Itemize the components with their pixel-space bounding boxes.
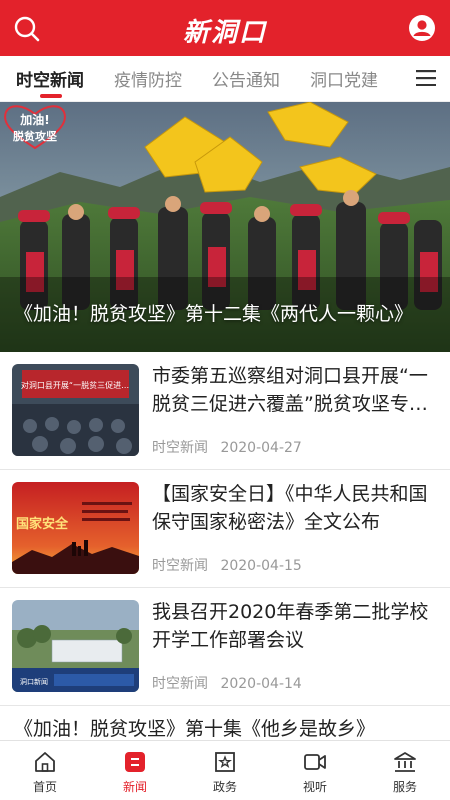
news-meta: 时空新闻 2020-04-27 <box>152 437 302 457</box>
badge-text-2: 脱贫攻坚 <box>13 129 57 143</box>
nav-label: 首页 <box>32 780 57 794</box>
category-tabs: 时空新闻 疫情防控 公告通知 洞口党建 <box>0 56 450 102</box>
thumb-banner-text: 国家安全 <box>16 516 69 532</box>
news-source: 时空新闻 <box>152 558 208 574</box>
home-icon <box>35 752 55 772</box>
badge-text-1: 加油! <box>19 112 49 127</box>
tab-announcements[interactable]: 公告通知 <box>212 66 280 91</box>
tab-shikong-news[interactable]: 时空新闻 <box>16 66 84 91</box>
news-meta: 时空新闻 2020-04-15 <box>152 555 302 575</box>
active-tab-indicator <box>40 94 62 98</box>
nav-video[interactable]: 视听 <box>270 741 360 800</box>
news-source: 时空新闻 <box>152 440 208 456</box>
news-source: 时空新闻 <box>152 676 208 692</box>
news-date: 2020-04-27 <box>220 440 302 456</box>
app-logo: 新洞口 <box>182 18 267 48</box>
news-meta: 时空新闻 2020-04-14 <box>152 673 302 693</box>
app-header: 新洞口 <box>0 0 450 56</box>
news-icon <box>125 752 145 772</box>
news-item[interactable]: 国家安全 【国家安全日】《中华人民共和国保守国家秘密法》全文公布 时空新闻 20… <box>0 470 450 588</box>
news-title[interactable]: 市委第五巡察组对洞口县开展“一脱贫三促进六覆盖”脱贫攻坚专项巡察 <box>152 362 438 418</box>
news-item[interactable]: 对洞口县开展“一脱贫三促进… 市委第五巡察组对洞口县开展“一脱贫三促进六覆盖”脱… <box>0 352 450 470</box>
video-icon <box>304 754 326 770</box>
thumb-banner-text: 洞口新闻 <box>20 677 48 686</box>
news-thumbnail: 洞口新闻 <box>12 600 139 692</box>
menu-icon[interactable] <box>416 70 436 86</box>
nav-label: 服务 <box>392 780 417 794</box>
news-title[interactable]: 我县召开2020年春季第二批学校开学工作部署会议 <box>152 598 438 654</box>
banner-caption[interactable]: 《加油！脱贫攻坚》第十二集《两代人一颗心》 <box>14 299 434 326</box>
tab-party-building[interactable]: 洞口党建 <box>310 66 378 91</box>
nav-label: 新闻 <box>122 780 147 794</box>
nav-label: 政务 <box>212 780 237 794</box>
nav-news[interactable]: 新闻 <box>90 741 180 800</box>
nav-service[interactable]: 服务 <box>360 741 450 800</box>
news-thumbnail: 国家安全 <box>12 482 139 574</box>
thumb-banner-text: 对洞口县开展“一脱贫三促进… <box>21 380 129 390</box>
news-title[interactable]: 《加油！脱贫攻坚》第十集《他乡是故乡》 <box>14 714 434 741</box>
news-title[interactable]: 【国家安全日】《中华人民共和国保守国家秘密法》全文公布 <box>152 480 438 536</box>
service-icon <box>394 752 416 772</box>
government-icon <box>215 752 235 772</box>
nav-government[interactable]: 政务 <box>180 741 270 800</box>
banner-carousel[interactable]: 《加油！脱贫攻坚》第十二集《两代人一颗心》 加油! 脱贫攻坚 <box>0 102 450 352</box>
tab-epidemic-control[interactable]: 疫情防控 <box>114 66 182 91</box>
user-profile-icon[interactable] <box>408 14 436 42</box>
bottom-navigation: 首页 新闻 政务 视听 服务 <box>0 740 450 800</box>
news-thumbnail: 对洞口县开展“一脱贫三促进… <box>12 364 139 456</box>
nav-home[interactable]: 首页 <box>0 741 90 800</box>
nav-label: 视听 <box>302 780 327 794</box>
campaign-badge-logo: 加油! 脱贫攻坚 <box>4 105 66 150</box>
news-date: 2020-04-15 <box>220 558 302 574</box>
news-date: 2020-04-14 <box>220 676 302 692</box>
news-item[interactable]: 洞口新闻 我县召开2020年春季第二批学校开学工作部署会议 时空新闻 2020-… <box>0 588 450 706</box>
